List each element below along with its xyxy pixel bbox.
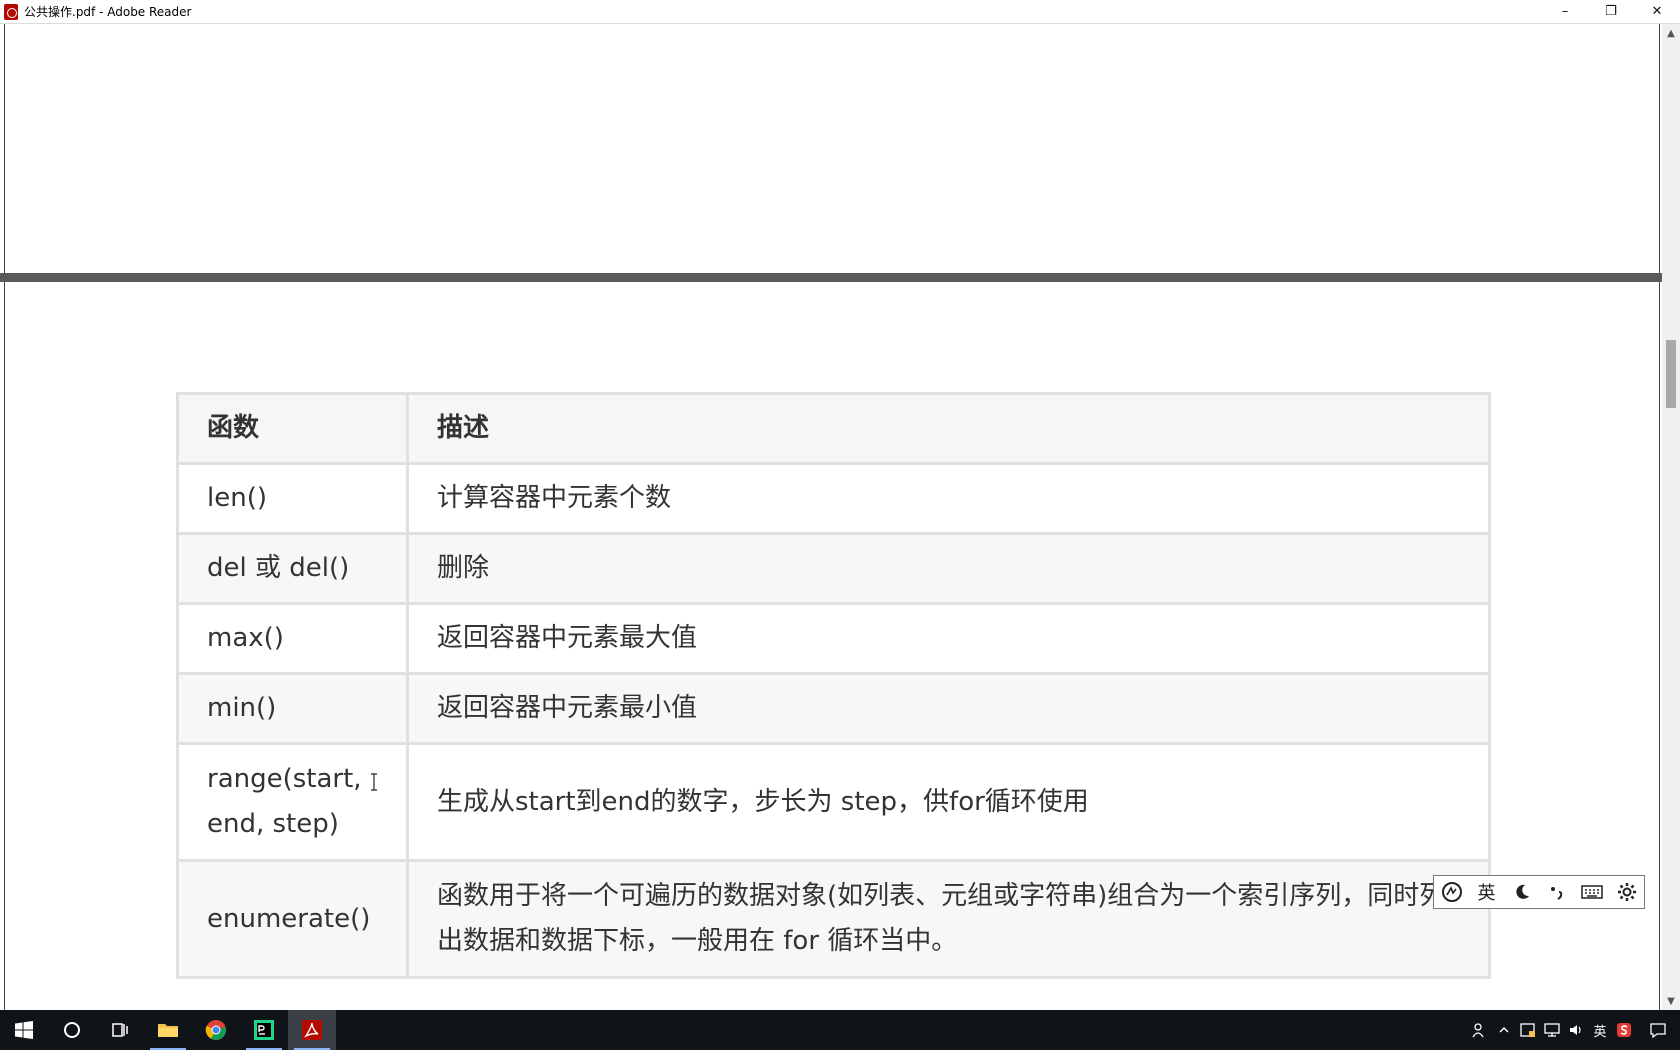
windows-start-icon[interactable]	[0, 1010, 48, 1050]
cell-description: 计算容器中元素个数	[406, 462, 1491, 535]
close-button[interactable]: ✕	[1634, 0, 1680, 23]
ime-toolbar: 英	[1433, 875, 1645, 909]
system-tray: 英	[1468, 1010, 1680, 1050]
network-icon[interactable]	[1540, 1010, 1564, 1050]
page-separator	[0, 273, 1662, 282]
keyboard-icon[interactable]	[1577, 884, 1607, 900]
table-header-row: 函数 描述	[176, 392, 1491, 465]
table-row: del 或 del() 删除	[176, 532, 1491, 605]
vertical-scrollbar[interactable]: ▲ ▼	[1662, 24, 1680, 1010]
table-row: min() 返回容器中元素最小值	[176, 672, 1491, 745]
functions-table: 函数 描述 len() 计算容器中元素个数 del 或 del() 删除 max…	[176, 392, 1491, 979]
volume-icon[interactable]	[1564, 1010, 1588, 1050]
restore-button[interactable]: ❐	[1588, 0, 1634, 23]
chrome-icon[interactable]	[192, 1010, 240, 1050]
pdf-page-previous	[4, 24, 1660, 273]
table-row: max() 返回容器中元素最大值	[176, 602, 1491, 675]
cell-description: 删除	[406, 532, 1491, 605]
cell-function: range(start, end, step)	[176, 742, 409, 862]
people-icon[interactable]	[1468, 1010, 1492, 1050]
pdf-page-current: 函数 描述 len() 计算容器中元素个数 del 或 del() 删除 max…	[4, 282, 1660, 1010]
scroll-up-arrow-icon[interactable]: ▲	[1662, 24, 1680, 42]
moon-icon[interactable]	[1507, 883, 1537, 901]
scrollbar-thumb[interactable]	[1666, 340, 1676, 408]
window-controls: – ❐ ✕	[1542, 0, 1680, 23]
cell-function: enumerate()	[176, 859, 409, 979]
settings-icon[interactable]	[1612, 882, 1642, 902]
adobe-reader-icon	[4, 3, 18, 20]
adobe-reader-taskbar-icon[interactable]	[288, 1010, 336, 1050]
title-bar: 公共操作.pdf - Adobe Reader – ❐ ✕	[0, 0, 1680, 24]
ime-language-indicator[interactable]: 英	[1588, 1010, 1612, 1050]
sogou-icon[interactable]	[1612, 1010, 1636, 1050]
taskbar: 英	[0, 1010, 1680, 1050]
scroll-down-arrow-icon[interactable]: ▼	[1662, 992, 1680, 1010]
window-title: 公共操作.pdf - Adobe Reader	[24, 5, 192, 19]
chevron-up-icon[interactable]	[1492, 1010, 1516, 1050]
notifications-icon[interactable]	[1636, 1010, 1680, 1050]
table-row: range(start, end, step) 生成从start到end的数字，…	[176, 742, 1491, 862]
file-explorer-icon[interactable]	[144, 1010, 192, 1050]
ime-tray-icon[interactable]	[1516, 1010, 1540, 1050]
cell-function: len()	[176, 462, 409, 535]
search-circle-icon[interactable]	[48, 1010, 96, 1050]
table-row: enumerate() 函数用于将一个可遍历的数据对象(如列表、元组或字符串)组…	[176, 859, 1491, 979]
ime-logo-icon[interactable]	[1437, 880, 1467, 904]
minimize-button[interactable]: –	[1542, 0, 1588, 23]
document-viewport[interactable]: 函数 描述 len() 计算容器中元素个数 del 或 del() 删除 max…	[0, 24, 1662, 1010]
table-row: len() 计算容器中元素个数	[176, 462, 1491, 535]
header-function: 函数	[176, 392, 409, 465]
text-cursor-icon	[371, 773, 377, 791]
cell-description: 生成从start到end的数字，步长为 step，供for循环使用	[406, 742, 1491, 862]
cell-description: 函数用于将一个可遍历的数据对象(如列表、元组或字符串)组合为一个索引序列，同时列…	[406, 859, 1491, 979]
cell-function: max()	[176, 602, 409, 675]
task-view-icon[interactable]	[96, 1010, 144, 1050]
header-description: 描述	[406, 392, 1491, 465]
punctuation-icon[interactable]	[1542, 883, 1572, 901]
cell-description: 返回容器中元素最大值	[406, 602, 1491, 675]
cell-description: 返回容器中元素最小值	[406, 672, 1491, 745]
cell-function: min()	[176, 672, 409, 745]
pycharm-icon[interactable]	[240, 1010, 288, 1050]
cell-function: del 或 del()	[176, 532, 409, 605]
ime-mode-toggle[interactable]: 英	[1472, 879, 1502, 905]
